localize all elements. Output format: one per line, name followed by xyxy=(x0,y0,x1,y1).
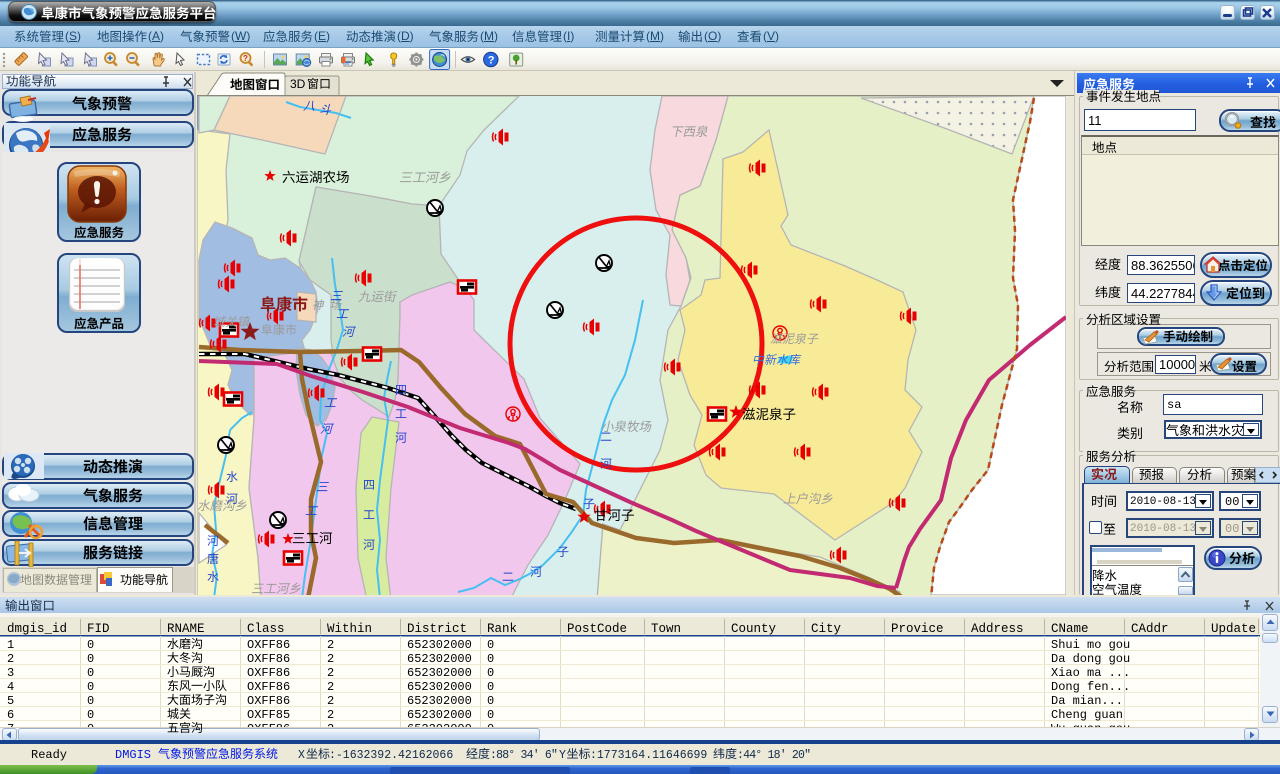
svg-text:2: 2 xyxy=(327,680,334,694)
svg-text:RNAME: RNAME xyxy=(167,622,205,636)
svg-text:?: ? xyxy=(243,54,248,63)
svg-text:Xiao ma ...: Xiao ma ... xyxy=(1051,666,1130,680)
svg-text:5: 5 xyxy=(7,694,14,708)
svg-text:652302000: 652302000 xyxy=(407,666,472,680)
svg-text:652302000: 652302000 xyxy=(407,708,472,722)
svg-text:OXFF86: OXFF86 xyxy=(247,638,290,652)
svg-text:1: 1 xyxy=(7,638,14,652)
svg-text:2: 2 xyxy=(327,652,334,666)
svg-text:Update: Update xyxy=(1211,622,1256,636)
svg-text:0: 0 xyxy=(487,694,494,708)
svg-text:Provice: Provice xyxy=(891,622,944,636)
svg-text:652302000: 652302000 xyxy=(407,652,472,666)
svg-text:County: County xyxy=(731,622,777,636)
svg-text:Address: Address xyxy=(971,622,1024,636)
svg-text:Class: Class xyxy=(247,622,285,636)
svg-text:2: 2 xyxy=(327,694,334,708)
svg-text:3: 3 xyxy=(7,666,14,680)
svg-text:0: 0 xyxy=(87,694,94,708)
svg-text:Da mian...: Da mian... xyxy=(1051,694,1123,708)
svg-text:0: 0 xyxy=(487,708,494,722)
svg-text:?: ? xyxy=(488,55,495,67)
svg-text:652302000: 652302000 xyxy=(407,694,472,708)
svg-text:0: 0 xyxy=(87,708,94,722)
svg-text:Da dong gou: Da dong gou xyxy=(1051,652,1130,666)
svg-text:0: 0 xyxy=(487,652,494,666)
svg-text:0: 0 xyxy=(87,666,94,680)
svg-text:0: 0 xyxy=(87,680,94,694)
svg-text:2: 2 xyxy=(327,638,334,652)
svg-text:CName: CName xyxy=(1051,622,1089,636)
svg-text:2: 2 xyxy=(327,666,334,680)
svg-text:652302000: 652302000 xyxy=(407,680,472,694)
svg-text:0: 0 xyxy=(87,652,94,666)
svg-text:PostCode: PostCode xyxy=(567,622,627,636)
svg-text:Rank: Rank xyxy=(487,622,517,636)
svg-text:652302000: 652302000 xyxy=(407,638,472,652)
svg-text:Dong fen...: Dong fen... xyxy=(1051,680,1130,694)
svg-text:Cheng guan: Cheng guan xyxy=(1051,708,1123,722)
svg-text:0: 0 xyxy=(87,638,94,652)
svg-text:0: 0 xyxy=(487,638,494,652)
svg-text:6: 6 xyxy=(7,708,14,722)
svg-text:OXFF86: OXFF86 xyxy=(247,680,290,694)
svg-text:2: 2 xyxy=(327,708,334,722)
svg-text:Shui mo gou: Shui mo gou xyxy=(1051,638,1130,652)
svg-text:0: 0 xyxy=(487,680,494,694)
svg-text:OXFF86: OXFF86 xyxy=(247,666,290,680)
svg-text:CAddr: CAddr xyxy=(1131,622,1169,636)
svg-text:OXFF85: OXFF85 xyxy=(247,708,290,722)
svg-text:Town: Town xyxy=(651,622,681,636)
svg-text:FID: FID xyxy=(87,622,110,636)
svg-text:0: 0 xyxy=(487,666,494,680)
svg-text:OXFF86: OXFF86 xyxy=(247,694,290,708)
svg-text:City: City xyxy=(811,622,842,636)
svg-text:dmgis_id: dmgis_id xyxy=(7,622,67,636)
svg-text:District: District xyxy=(407,622,467,636)
svg-text:Within: Within xyxy=(327,622,372,636)
svg-text:OXFF86: OXFF86 xyxy=(247,652,290,666)
svg-text:2: 2 xyxy=(7,652,14,666)
svg-text:4: 4 xyxy=(7,680,14,694)
